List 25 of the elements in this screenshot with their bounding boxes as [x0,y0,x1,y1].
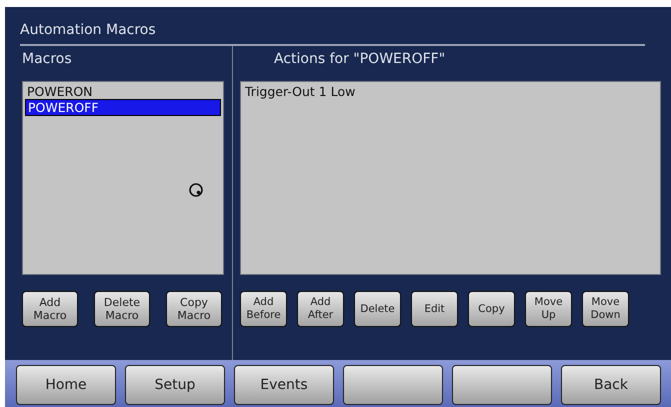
blank-nav-button[interactable] [343,365,443,405]
nav-button[interactable]: Home [16,365,116,405]
action-button[interactable]: Edit [411,291,458,327]
nav-button[interactable]: Back [561,365,661,405]
action-button[interactable]: Add Macro [22,291,78,327]
macros-label: Macros [22,50,73,68]
action-button[interactable]: Move Up [525,291,572,327]
macro-list[interactable]: POWERON POWEROFF [22,81,224,275]
action-button[interactable]: Copy Macro [166,291,222,327]
action-button[interactable]: Add After [297,291,344,327]
list-item[interactable]: POWERON [25,84,221,99]
list-item[interactable]: Trigger-Out 1 Low [243,84,658,99]
nav-button[interactable]: Events [234,365,334,405]
action-button[interactable]: Move Down [582,291,629,327]
nav-button[interactable]: Setup [125,365,225,405]
list-item[interactable]: POWEROFF [25,99,221,116]
screen-title: Automation Macros [20,21,645,46]
action-button[interactable]: Delete [354,291,401,327]
blank-nav-button[interactable] [452,365,552,405]
action-button[interactable]: Add Before [240,291,287,327]
actions-label: Actions for "POWEROFF" [273,50,446,68]
action-button[interactable]: Copy [468,291,515,327]
action-button[interactable]: Delete Macro [94,291,150,327]
action-list[interactable]: Trigger-Out 1 Low [240,81,661,275]
cursor-icon [188,182,204,198]
